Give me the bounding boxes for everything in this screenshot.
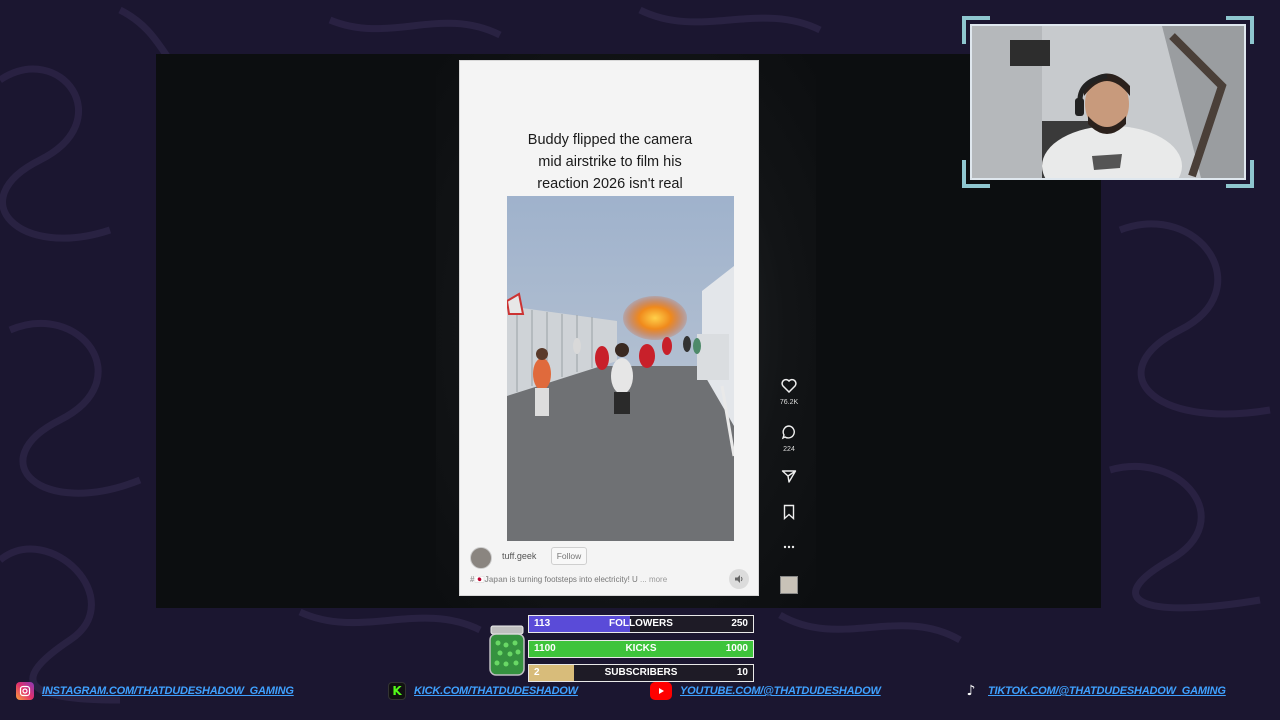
kicks-label: KICKS <box>625 643 657 654</box>
post-caption: Buddy flipped the camera mid airstrike t… <box>460 129 760 195</box>
post-description: #🇯🇵Japan is turning footsteps into elect… <box>470 575 667 584</box>
kicks-goal: 1000 <box>725 643 748 654</box>
more-link[interactable]: ... more <box>640 575 667 584</box>
bookmark-button[interactable] <box>774 504 804 525</box>
follow-button[interactable]: Follow <box>551 547 587 565</box>
tiktok-post[interactable]: Buddy flipped the camera mid airstrike t… <box>459 60 759 596</box>
comment-count: 224 <box>783 446 795 453</box>
social-youtube[interactable]: YOUTUBE.COM/@THATDUDESHADOW <box>650 682 881 700</box>
like-button[interactable]: 76.2K <box>774 378 804 406</box>
webcam-overlay <box>962 16 1254 188</box>
social-instagram[interactable]: INSTAGRAM.COM/THATDUDESHADOW_GAMING <box>16 682 294 700</box>
youtube-icon <box>650 682 672 700</box>
video-frame-image <box>507 196 734 541</box>
avatar[interactable] <box>470 547 492 569</box>
more-options-button[interactable] <box>774 538 804 556</box>
social-tiktok[interactable]: ♪ TIKTOK.COM/@THATDUDESHADOW_GAMING <box>962 683 1226 699</box>
webcam-feed <box>970 24 1246 180</box>
subscribers-goal: 10 <box>736 667 748 678</box>
kicks-goal-bar: 1100 KICKS 1000 <box>528 640 754 658</box>
hashtag-link[interactable]: #🇯🇵Japan <box>470 575 508 584</box>
post-meta: tuff.geek Follow #🇯🇵Japan is turning foo… <box>470 547 750 593</box>
followers-goal-bar: 113 FOLLOWERS 250 <box>528 615 754 633</box>
like-count: 76.2K <box>779 399 799 406</box>
volume-button[interactable] <box>729 569 749 589</box>
heart-icon <box>781 378 797 394</box>
tip-jar-icon <box>489 625 525 676</box>
followers-label: FOLLOWERS <box>609 618 673 629</box>
social-kick[interactable]: K KICK.COM/THATDUDESHADOW <box>388 682 578 700</box>
speaker-icon <box>735 575 743 583</box>
subscribers-goal-bar: 2 SUBSCRIBERS 10 <box>528 664 754 682</box>
instagram-icon <box>16 682 34 700</box>
share-button[interactable] <box>774 468 804 489</box>
sound-thumbnail[interactable] <box>780 576 798 594</box>
instagram-link[interactable]: INSTAGRAM.COM/THATDUDESHADOW_GAMING <box>42 685 294 697</box>
comment-icon <box>781 425 795 440</box>
followers-goal: 250 <box>731 618 748 629</box>
tiktok-icon: ♪ <box>966 683 976 699</box>
username-link[interactable]: tuff.geek <box>502 551 536 561</box>
browser-capture: Buddy flipped the camera mid airstrike t… <box>156 54 1101 608</box>
youtube-link[interactable]: YOUTUBE.COM/@THATDUDESHADOW <box>680 685 881 697</box>
ellipsis-icon <box>783 545 795 549</box>
tiktok-link[interactable]: TIKTOK.COM/@THATDUDESHADOW_GAMING <box>988 685 1226 697</box>
share-icon <box>781 470 797 483</box>
video-player[interactable] <box>507 196 734 541</box>
description-text: is turning footsteps into electricity! U <box>507 575 638 584</box>
webcam-image <box>972 26 1244 178</box>
caption-line: Buddy flipped the camera <box>527 132 693 148</box>
kick-icon: K <box>388 682 406 700</box>
comment-button[interactable]: 224 <box>774 424 804 453</box>
caption-line: reaction 2026 isn't real <box>537 176 683 192</box>
kick-link[interactable]: KICK.COM/THATDUDESHADOW <box>414 685 578 697</box>
subscribers-label: SUBSCRIBERS <box>604 667 678 678</box>
bookmark-icon <box>783 504 795 521</box>
caption-line: mid airstrike to film his <box>538 154 682 170</box>
stream-goals: 113 FOLLOWERS 250 1100 KICKS 1000 2 SUBS… <box>488 615 758 683</box>
